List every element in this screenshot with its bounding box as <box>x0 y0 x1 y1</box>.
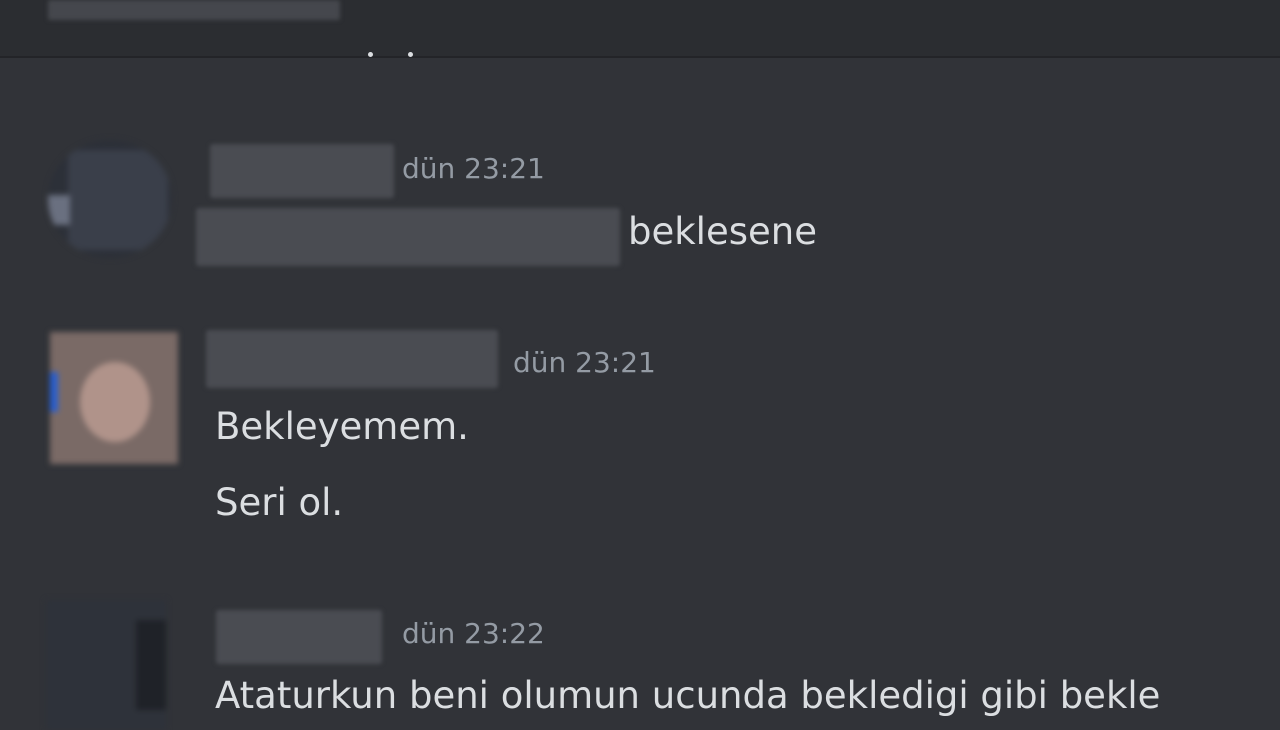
avatar[interactable] <box>50 332 178 464</box>
redacted-header-content <box>48 0 340 20</box>
avatar[interactable] <box>46 600 166 730</box>
message-timestamp[interactable]: dün 23:21 <box>402 153 545 185</box>
message-text: Bekleyemem. <box>215 405 469 448</box>
redacted-username[interactable] <box>210 144 394 198</box>
message-text: Ataturkun beni olumun ucunda bekledigi g… <box>215 674 1161 717</box>
message-text: Seri ol. <box>215 481 344 524</box>
message-timestamp[interactable]: dün 23:21 <box>513 347 656 379</box>
avatar[interactable] <box>48 140 172 258</box>
message-text: beklesene <box>628 210 817 253</box>
message-group: dün 23:22 Ataturkun beni olumun ucunda b… <box>0 600 1280 730</box>
previous-message-remnant <box>360 44 430 62</box>
channel-header <box>0 0 1280 58</box>
message-group: dün 23:21 Bekleyemem. Seri ol. <box>0 330 1280 530</box>
redacted-username[interactable] <box>206 330 498 388</box>
message-timestamp[interactable]: dün 23:22 <box>402 618 545 650</box>
message-group: dün 23:21 beklesene <box>0 140 1280 270</box>
redacted-mention <box>196 208 620 266</box>
redacted-username[interactable] <box>216 610 382 664</box>
